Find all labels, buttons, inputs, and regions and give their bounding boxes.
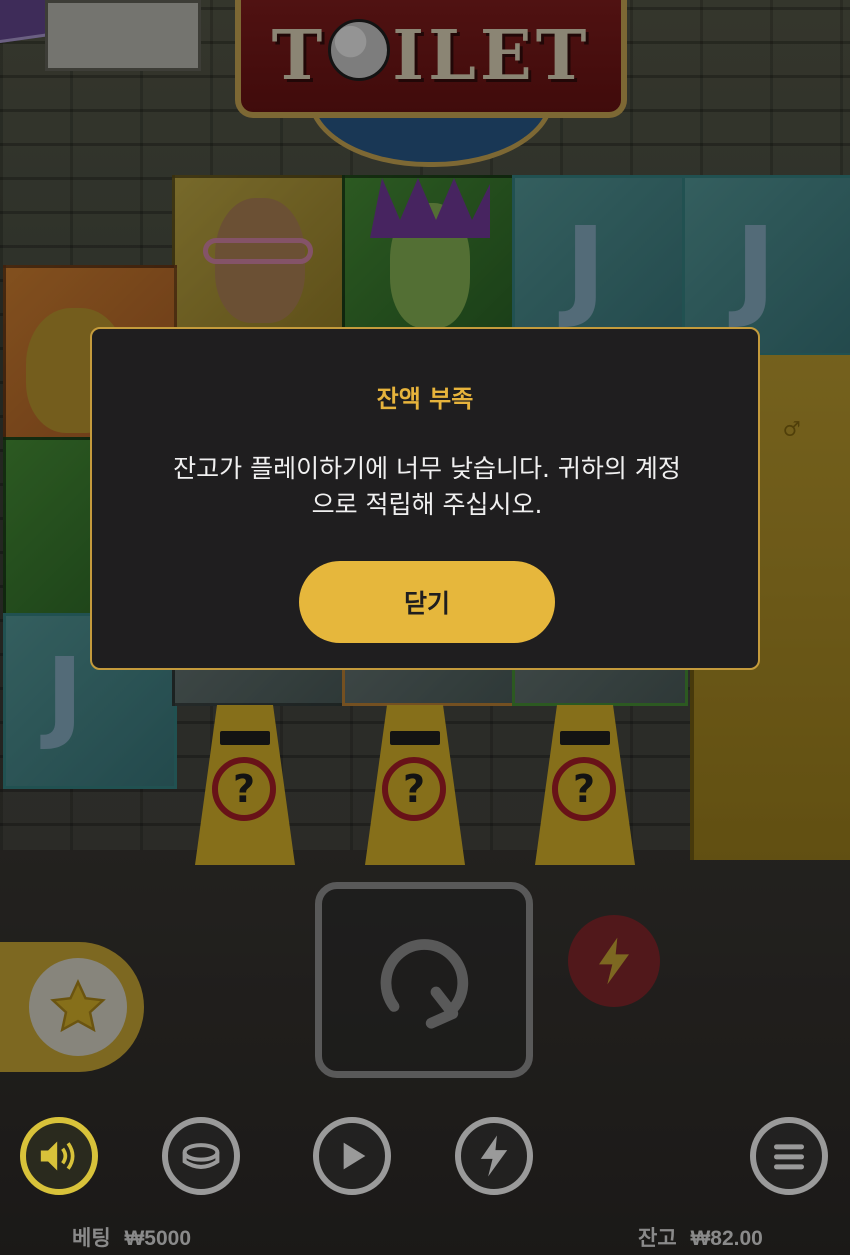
balance-value: ₩82.00: [690, 1227, 763, 1250]
balance-display: 잔고 ₩82.00: [638, 1222, 763, 1252]
menu-button[interactable]: [750, 1117, 828, 1195]
autoplay-button[interactable]: [313, 1117, 391, 1195]
insufficient-balance-dialog: 잔액 부족 잔고가 플레이하기에 너무 낮습니다. 귀하의 계정 으로 적립해 …: [90, 327, 760, 670]
lightning-icon: [480, 1135, 508, 1177]
hamburger-icon: [774, 1144, 804, 1170]
game-scene: T ILET J J J ♂ ? ? ? 베팅 ₩5000 잔고 ₩82.00 …: [0, 0, 850, 1255]
bet-display: 베팅 ₩5000: [72, 1222, 191, 1252]
bet-value: ₩5000: [124, 1227, 192, 1250]
speaker-icon: [40, 1141, 75, 1171]
dialog-message: 잔고가 플레이하기에 너무 낮습니다. 귀하의 계정 으로 적립해 주십시오.: [173, 454, 681, 519]
close-button[interactable]: 닫기: [299, 561, 555, 643]
dialog-title: 잔액 부족: [376, 385, 474, 413]
sound-toggle-button[interactable]: [20, 1117, 98, 1195]
balance-label: 잔고: [638, 1227, 677, 1250]
bet-label: 베팅: [72, 1227, 111, 1250]
quick-spin-button[interactable]: [455, 1117, 533, 1195]
bet-settings-button[interactable]: [162, 1117, 240, 1195]
play-icon: [343, 1142, 366, 1170]
coin-icon: [182, 1143, 220, 1169]
